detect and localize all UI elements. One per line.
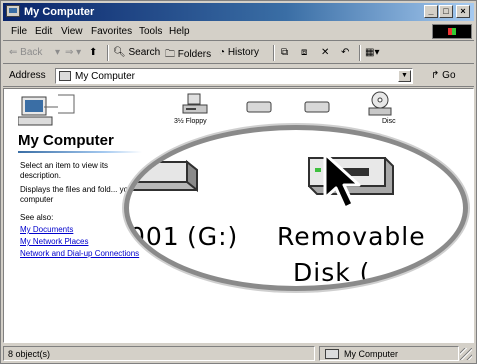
copy-to-icon[interactable]: ⧈: [301, 47, 307, 58]
displays-text: Displays the files and fold... your comp…: [20, 185, 136, 204]
folders-button[interactable]: 🗀 Folders: [165, 47, 211, 64]
status-bar: 8 object(s) My Computer: [3, 345, 474, 362]
menu-file[interactable]: File: [11, 26, 27, 37]
my-computer-icon: [325, 349, 339, 359]
toolbar-separator: [359, 45, 361, 61]
go-label: Go: [442, 70, 456, 81]
undo-icon[interactable]: ↶: [341, 47, 349, 58]
standard-toolbar: ⇐ Back ▾ ⇒ ▾ ⬆ 🔍︎ Search 🗀 Folders ◔ His…: [3, 42, 474, 64]
removable-disk-label: Removable: [277, 222, 426, 251]
status-location-panel: My Computer: [319, 346, 459, 361]
cursor-arrow-icon: [323, 152, 361, 210]
go-button[interactable]: ↱ Go: [431, 70, 456, 81]
magnified-view: 001 (G:) Removable Disk (: [124, 125, 468, 291]
drive-icon[interactable]: [304, 101, 330, 113]
drive-icon[interactable]: [124, 156, 203, 196]
cd-drive-icon[interactable]: [366, 91, 394, 117]
link-network-dialup[interactable]: Network and Dial-up Connections: [20, 249, 139, 258]
address-label: Address: [9, 70, 46, 81]
windows-logo-icon: [432, 24, 472, 39]
my-computer-icon: [59, 71, 71, 81]
folders-icon: 🗀: [165, 49, 175, 60]
title-bar[interactable]: My Computer _ □ ×: [3, 3, 474, 21]
floppy-drive-icon[interactable]: [182, 93, 208, 115]
back-label: Back: [20, 47, 43, 58]
toolbar-separator: [273, 45, 275, 61]
my-computer-icon: [6, 5, 20, 17]
delete-icon[interactable]: ✕: [321, 47, 329, 58]
address-field[interactable]: My Computer ▼: [55, 68, 413, 84]
link-my-network-places[interactable]: My Network Places: [20, 237, 88, 246]
resize-grip[interactable]: [460, 348, 472, 360]
back-button[interactable]: ⇐ Back: [9, 47, 42, 58]
drive-label-prefix: 001: [129, 222, 180, 251]
views-icon[interactable]: ▦▾: [365, 47, 379, 58]
window-title: My Computer: [24, 6, 95, 18]
content-area: My Computer Select an item to view its d…: [3, 88, 474, 343]
my-computer-large-icon: [18, 94, 75, 126]
pane-heading: My Computer: [18, 132, 114, 149]
history-label: History: [227, 47, 259, 58]
select-hint: Select an item to view its description.: [20, 161, 109, 180]
menu-edit[interactable]: Edit: [35, 26, 52, 37]
menu-favorites[interactable]: Favorites: [91, 26, 132, 37]
cd-drive-label: Disc: [382, 118, 396, 125]
move-to-icon[interactable]: ⧉: [281, 47, 288, 58]
folders-label: Folders: [177, 49, 212, 60]
removable-disk-label-line2: Disk (: [293, 258, 371, 287]
history-button[interactable]: ◔ History: [219, 47, 259, 58]
search-icon: 🔍︎: [113, 47, 126, 58]
menu-tools[interactable]: Tools: [139, 26, 162, 37]
menu-help[interactable]: Help: [169, 26, 190, 37]
pane-divider: [18, 151, 142, 153]
drive-letter-label: (G:): [187, 222, 239, 251]
history-icon: ◔: [219, 47, 226, 58]
link-my-documents[interactable]: My Documents: [20, 225, 73, 234]
back-arrow-icon: ⇐: [9, 47, 18, 58]
address-bar: Address My Computer ▼ ↱ Go: [3, 65, 474, 87]
toolbar-separator: [107, 45, 109, 61]
address-dropdown-icon[interactable]: ▼: [398, 70, 411, 82]
see-also-label: See also:: [20, 213, 54, 222]
drive-icon[interactable]: [246, 101, 272, 113]
object-count: 8 object(s): [8, 349, 51, 359]
back-dropdown-icon[interactable]: ▾: [55, 47, 60, 58]
floppy-drive-label: 3½ Floppy: [174, 118, 207, 125]
search-label: Search: [128, 47, 161, 58]
status-location: My Computer: [344, 349, 399, 359]
close-button[interactable]: ×: [456, 5, 470, 18]
search-button[interactable]: 🔍︎ Search: [113, 47, 160, 58]
address-value: My Computer: [75, 71, 136, 82]
menu-bar: File Edit View Favorites Tools Help: [3, 23, 474, 41]
menu-view[interactable]: View: [61, 26, 83, 37]
status-objects-panel: 8 object(s): [3, 346, 315, 361]
explorer-window: My Computer _ □ × File Edit View Favorit…: [0, 0, 477, 364]
minimize-button[interactable]: _: [424, 5, 438, 18]
go-arrow-icon: ↱: [431, 70, 440, 81]
forward-button[interactable]: ⇒ ▾: [65, 47, 81, 58]
up-folder-icon[interactable]: ⬆: [89, 47, 97, 58]
maximize-button[interactable]: □: [439, 5, 453, 18]
